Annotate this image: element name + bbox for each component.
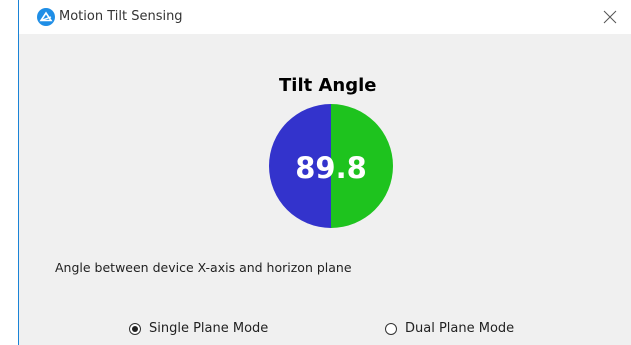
angle-description: Angle between device X-axis and horizon …	[55, 260, 352, 275]
single-plane-mode-radio[interactable]: Single Plane Mode	[129, 321, 268, 336]
dual-plane-mode-radio[interactable]: Dual Plane Mode	[385, 321, 514, 336]
radio-button-icon[interactable]	[129, 322, 141, 335]
tilt-angle-value: 89.8	[295, 151, 367, 185]
single-plane-mode-label: Single Plane Mode	[149, 321, 269, 336]
app-window: Motion Tilt Sensing Tilt Angle 89.8 Angl…	[18, 0, 631, 345]
close-icon[interactable]	[601, 8, 619, 26]
window-title: Motion Tilt Sensing	[59, 9, 183, 24]
title-bar: Motion Tilt Sensing	[19, 0, 631, 34]
gauge-heading: Tilt Angle	[279, 75, 377, 96]
radio-button-icon[interactable]	[385, 322, 397, 335]
tilt-gauge: 89.8	[269, 104, 393, 228]
dual-plane-mode-label: Dual Plane Mode	[405, 321, 515, 336]
app-logo-icon	[37, 8, 55, 26]
